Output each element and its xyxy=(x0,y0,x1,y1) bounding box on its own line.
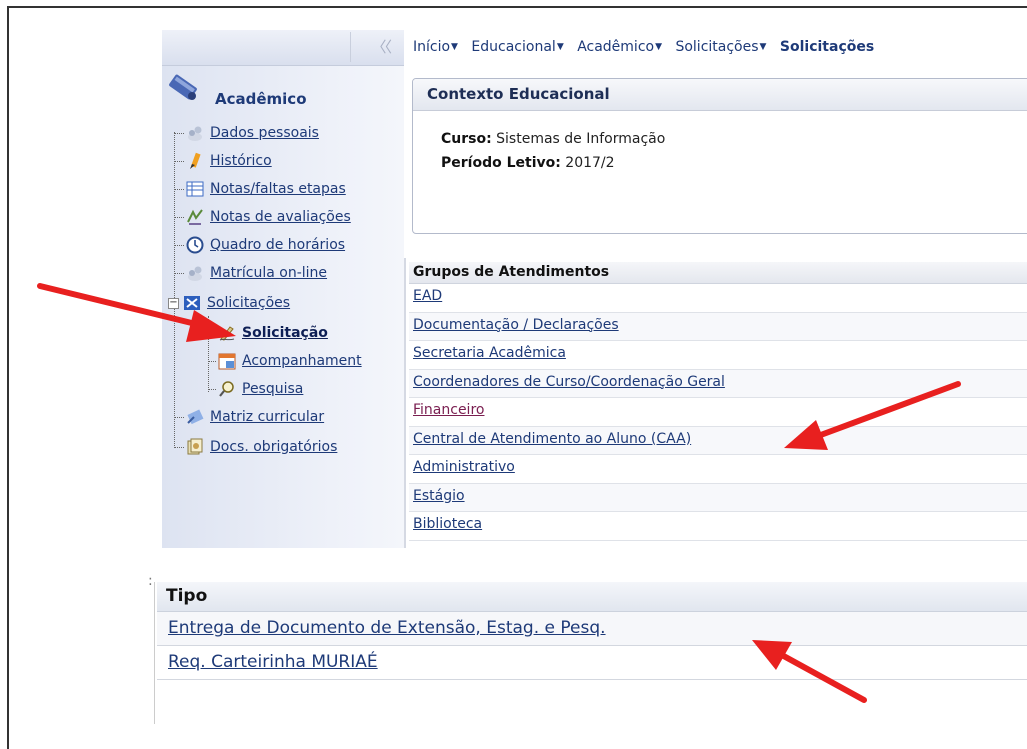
sidebar-item-label[interactable]: Docs. obrigatórios xyxy=(210,439,337,455)
table-icon xyxy=(186,181,204,197)
collapse-sidebar-icon[interactable]: 〈〈 xyxy=(371,36,391,57)
grades-icon xyxy=(187,209,203,225)
pencil-icon xyxy=(190,152,201,169)
sidebar-item-label[interactable]: Histórico xyxy=(210,153,272,169)
course-label: Curso: xyxy=(441,131,492,147)
sidebar-item-label[interactable]: Dados pessoais xyxy=(210,125,319,141)
breadcrumb-current: Solicitações xyxy=(779,39,875,55)
period-line: Período Letivo: 2017/2 xyxy=(441,155,615,171)
sidebar-item-notas-faltas[interactable]: Notas/faltas etapas xyxy=(162,178,346,200)
sidebar-item-pesquisa[interactable]: Pesquisa xyxy=(196,378,303,400)
sidebar-item-quadro-horarios[interactable]: Quadro de horários xyxy=(162,234,345,256)
groups-header: Grupos de Atendimentos xyxy=(409,262,1027,284)
educational-context-box: Contexto Educacional Curso: Sistemas de … xyxy=(412,78,1027,234)
group-link-administrativo[interactable]: Administrativo xyxy=(413,459,515,475)
tipo-list: Entrega de Documento de Extensão, Estag.… xyxy=(157,612,1027,680)
request-type-table: Tipo Entrega de Documento de Extensão, E… xyxy=(157,582,1027,680)
caret-down-icon: ▼ xyxy=(759,42,767,52)
caret-down-icon: ▼ xyxy=(556,42,564,52)
academic-module-icon xyxy=(169,74,197,100)
breadcrumb-item-solicitacoes[interactable]: Solicitações▼ xyxy=(675,39,770,55)
table-row: Biblioteca xyxy=(409,512,1027,541)
sidebar-item-docs[interactable]: Docs. obrigatórios xyxy=(162,436,337,458)
sidebar-item-label[interactable]: Quadro de horários xyxy=(210,237,345,253)
table-row: Req. Carteirinha MURIAÉ xyxy=(157,646,1027,680)
period-label: Período Letivo: xyxy=(441,155,561,171)
documents-icon xyxy=(187,438,203,455)
group-link-ead[interactable]: EAD xyxy=(413,288,442,304)
sidebar-item-label[interactable]: Pesquisa xyxy=(242,381,303,397)
group-link-coordenadores[interactable]: Coordenadores de Curso/Coordenação Geral xyxy=(413,374,725,390)
tree-connector xyxy=(174,446,184,448)
caret-down-icon: ▼ xyxy=(451,42,458,52)
table-row: Documentação / Declarações xyxy=(409,312,1027,341)
annotation-arrow-icon xyxy=(752,640,867,703)
group-link-secretaria[interactable]: Secretaria Acadêmica xyxy=(413,345,566,361)
tree-connector xyxy=(174,272,184,274)
tree-connector xyxy=(174,416,184,418)
user-icon xyxy=(188,126,202,141)
sidebar-item-label[interactable]: Notas/faltas etapas xyxy=(210,181,346,197)
separator-mark: : xyxy=(148,573,153,589)
group-link-documentacao[interactable]: Documentação / Declarações xyxy=(413,317,619,333)
tipo-link-entrega-documento[interactable]: Entrega de Documento de Extensão, Estag.… xyxy=(168,618,606,638)
tree-connector xyxy=(208,360,216,362)
annotation-arrow-icon xyxy=(784,381,961,450)
annotation-arrow-icon xyxy=(37,283,236,342)
group-link-estagio[interactable]: Estágio xyxy=(413,488,465,504)
caret-down-icon: ▼ xyxy=(655,42,663,52)
tipo-header: Tipo xyxy=(157,582,1027,612)
group-link-caa[interactable]: Central de Atendimento ao Aluno (CAA) xyxy=(413,431,691,447)
group-link-financeiro[interactable]: Financeiro xyxy=(413,402,484,418)
breadcrumb: Início▼ Educacional▼ Acadêmico▼ Solicita… xyxy=(404,30,1027,66)
course-line: Curso: Sistemas de Informação xyxy=(441,131,665,147)
sidebar-item-label[interactable]: Acompanhament xyxy=(242,353,362,369)
sidebar-item-acompanhamento[interactable]: Acompanhament xyxy=(196,350,362,372)
divider xyxy=(154,582,155,724)
clock-icon xyxy=(186,236,204,254)
tree-connector xyxy=(174,188,184,190)
calendar-icon xyxy=(218,353,236,370)
tree-connector xyxy=(174,244,184,246)
sidebar-item-historico[interactable]: Histórico xyxy=(162,150,272,172)
sidebar-item-notas-avaliacoes[interactable]: Notas de avaliações xyxy=(162,206,351,228)
table-row: Estágio xyxy=(409,483,1027,512)
table-row: Entrega de Documento de Extensão, Estag.… xyxy=(157,612,1027,646)
sidebar-item-label[interactable]: Notas de avaliações xyxy=(210,209,351,225)
tree-connector xyxy=(208,388,216,390)
table-row: EAD xyxy=(409,284,1027,313)
context-header: Contexto Educacional xyxy=(413,79,1027,111)
sidebar-title: Acadêmico xyxy=(215,90,307,108)
curriculum-icon xyxy=(187,409,204,425)
group-link-biblioteca[interactable]: Biblioteca xyxy=(413,516,482,532)
sidebar-item-matriz[interactable]: Matriz curricular xyxy=(162,406,324,428)
toolbar-divider xyxy=(350,32,351,62)
magnifier-icon xyxy=(219,381,234,397)
tree-connector xyxy=(174,160,184,162)
breadcrumb-item-educacional[interactable]: Educacional▼ xyxy=(471,39,567,55)
breadcrumb-item-academico[interactable]: Acadêmico▼ xyxy=(577,39,666,55)
main-panel: Contexto Educacional Curso: Sistemas de … xyxy=(404,66,1027,548)
tree-connector xyxy=(174,216,184,218)
sidebar-item-dados-pessoais[interactable]: Dados pessoais xyxy=(162,122,319,144)
divider xyxy=(404,258,406,548)
sidebar-header-bar: 〈〈 xyxy=(162,30,404,66)
course-value: Sistemas de Informação xyxy=(496,131,666,147)
tree-connector xyxy=(174,132,184,134)
sidebar-item-label[interactable]: Matriz curricular xyxy=(210,409,324,425)
table-row: Administrativo xyxy=(409,455,1027,484)
sidebar-item-label[interactable]: Matrícula on-line xyxy=(210,265,327,281)
tipo-link-carteirinha[interactable]: Req. Carteirinha MURIAÉ xyxy=(168,652,378,672)
table-row: Secretaria Acadêmica xyxy=(409,341,1027,370)
breadcrumb-item-inicio[interactable]: Início▼ xyxy=(413,39,462,55)
period-value: 2017/2 xyxy=(565,155,615,171)
